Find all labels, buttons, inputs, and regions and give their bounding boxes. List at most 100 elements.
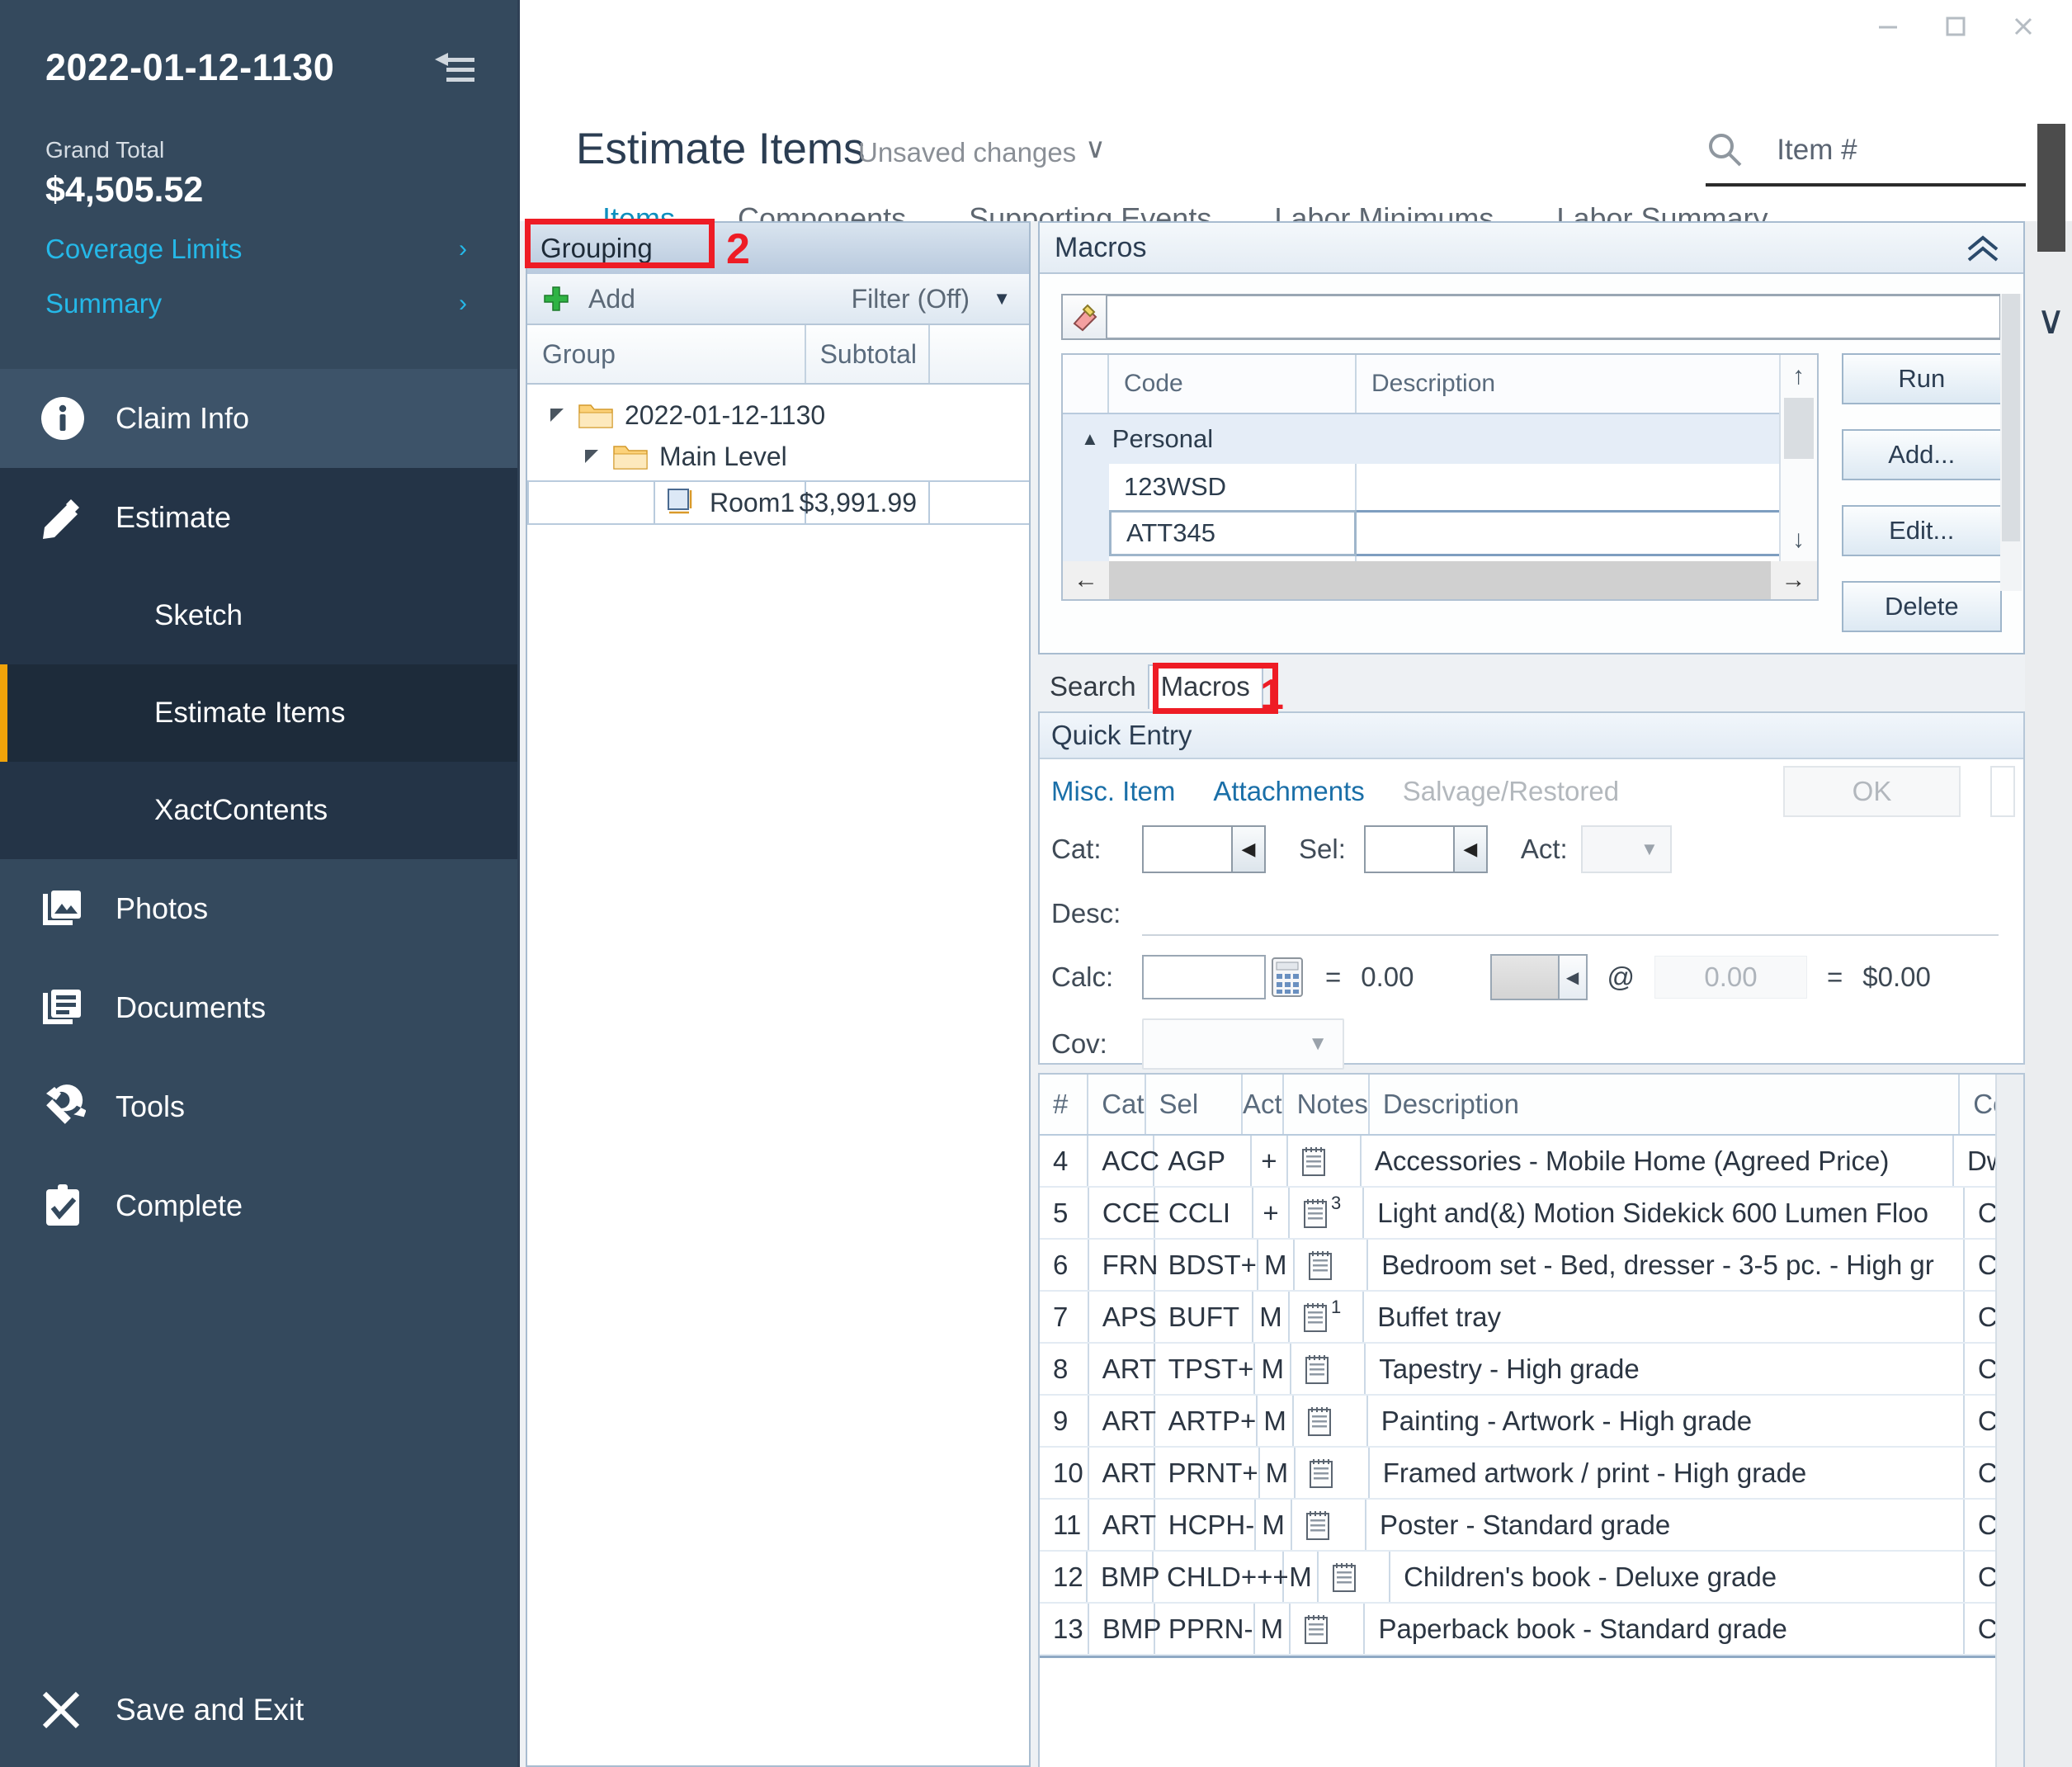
macros-row[interactable]: 123WSD — [1063, 464, 1817, 510]
row-notes[interactable] — [1294, 1396, 1368, 1446]
row-act[interactable]: + — [1253, 1188, 1290, 1238]
row-sel[interactable]: TPST+ — [1155, 1344, 1256, 1394]
item-search-box[interactable] — [1706, 127, 2026, 187]
scroll-right-arrow-icon[interactable]: → — [1770, 561, 1817, 599]
new-row-act[interactable] — [1247, 1658, 1286, 1708]
row-act[interactable]: + — [1252, 1136, 1288, 1186]
cat-value[interactable] — [1144, 827, 1231, 872]
row-act[interactable]: M — [1253, 1292, 1290, 1342]
sidebar-item-estimate[interactable]: Estimate — [0, 468, 517, 567]
macros-horizontal-scrollbar[interactable]: ← → — [1063, 561, 1817, 599]
row-notes[interactable] — [1296, 1448, 1370, 1498]
close-icon[interactable] — [1989, 5, 2057, 48]
new-row-sel[interactable] — [1143, 1658, 1247, 1708]
row-number[interactable]: 9 — [1040, 1396, 1089, 1446]
row-number[interactable]: 8 — [1040, 1344, 1089, 1394]
save-and-exit-button[interactable]: Save and Exit — [0, 1653, 517, 1767]
row-description[interactable]: Buffet tray — [1364, 1292, 1965, 1342]
row-sel[interactable]: HCPH- — [1155, 1500, 1257, 1550]
row-cat[interactable]: ART — [1089, 1396, 1156, 1446]
row-description[interactable]: Poster - Standard grade — [1366, 1500, 1965, 1550]
row-number[interactable]: 10 — [1040, 1448, 1089, 1498]
row-cat[interactable]: ART — [1089, 1448, 1156, 1498]
note-icon[interactable] — [1305, 1354, 1329, 1385]
run-button[interactable]: Run — [1841, 353, 2002, 404]
row-notes[interactable] — [1295, 1240, 1369, 1290]
chevron-down-icon[interactable]: ▼ — [993, 288, 1011, 309]
row-act[interactable]: M — [1255, 1604, 1291, 1654]
delete-macro-button[interactable]: Delete — [1841, 581, 2002, 632]
chevron-down-icon[interactable]: ∨ — [1085, 132, 1106, 165]
row-description[interactable]: Painting - Artwork - High grade — [1368, 1396, 1965, 1446]
row-sel[interactable]: BUFT — [1155, 1292, 1254, 1342]
sel-dropdown-arrow-icon[interactable]: ◀ — [1452, 827, 1486, 872]
row-act[interactable]: M — [1256, 1500, 1292, 1550]
sel-value[interactable] — [1366, 827, 1453, 872]
note-icon[interactable] — [1301, 1146, 1326, 1177]
qe-tab-attachments[interactable]: Attachments — [1213, 776, 1364, 807]
macros-row[interactable]: ATT345 — [1063, 510, 1817, 556]
row-sel[interactable]: ARTP+ — [1155, 1396, 1258, 1446]
items-table-scrollbar[interactable] — [1995, 1075, 2023, 1767]
sidebar-item-estimate-items[interactable]: Estimate Items — [0, 664, 517, 762]
row-number[interactable]: 4 — [1040, 1136, 1089, 1186]
sidebar-item-photos[interactable]: Photos — [0, 859, 517, 958]
maximize-icon[interactable] — [1922, 5, 1989, 48]
sidebar-item-tools[interactable]: Tools — [0, 1057, 517, 1156]
row-sel[interactable]: PPRN- — [1155, 1604, 1255, 1654]
row-description[interactable]: Bedroom set - Bed, dresser - 3-5 pc. - H… — [1368, 1240, 1965, 1290]
calc-input[interactable] — [1142, 955, 1266, 999]
macros-group-row-personal[interactable]: ▲ Personal — [1063, 414, 1817, 464]
double-chevron-up-icon[interactable] — [1964, 233, 2002, 273]
row-number[interactable]: 13 — [1040, 1604, 1089, 1654]
row-notes[interactable] — [1291, 1604, 1366, 1654]
quantity-combo[interactable]: ◀ — [1489, 954, 1588, 1000]
table-row[interactable]: 13 BMP PPRN- M Paperback book - Standard gra… — [1040, 1604, 2023, 1656]
note-icon[interactable] — [1308, 1250, 1333, 1281]
row-cat[interactable]: ART — [1089, 1344, 1156, 1394]
sidebar-item-xactcontents[interactable]: XactContents — [0, 762, 517, 859]
calculator-icon[interactable] — [1269, 957, 1305, 998]
row-description[interactable]: Tapestry - High grade — [1366, 1344, 1965, 1394]
row-act[interactable]: M — [1260, 1448, 1296, 1498]
quick-entry-scroll-stub[interactable] — [1990, 766, 2015, 817]
new-row-description[interactable] — [1364, 1658, 2023, 1708]
row-act[interactable]: M — [1255, 1344, 1292, 1394]
tree-row-room[interactable]: Room1 $3,991.99 — [527, 480, 1029, 525]
row-number[interactable]: 12 — [1040, 1552, 1088, 1602]
sidebar-item-complete[interactable]: Complete — [0, 1156, 517, 1255]
new-row-number[interactable] — [1040, 1658, 1090, 1708]
macros-vertical-scrollbar[interactable]: ↑ ↓ — [1778, 355, 1817, 561]
table-row[interactable]: 12 BMP CHLD+++ M Children's book - Deluxe gr… — [1040, 1552, 2023, 1604]
table-row[interactable]: 7APSBUFTM1Buffet trayCor — [1040, 1292, 2023, 1344]
filter-button[interactable]: Filter (Off) — [852, 284, 970, 314]
row-description[interactable]: Accessories - Mobile Home (Agreed Price) — [1362, 1136, 1954, 1186]
quantity-dropdown-arrow-icon[interactable]: ◀ — [1557, 956, 1586, 999]
row-cat[interactable]: BMP — [1088, 1552, 1160, 1602]
new-row-notes[interactable] — [1286, 1658, 1364, 1708]
row-sel[interactable]: CHLD+++ — [1154, 1552, 1289, 1602]
row-notes[interactable] — [1288, 1136, 1362, 1186]
row-sel[interactable]: PRNT+ — [1155, 1448, 1260, 1498]
row-notes[interactable] — [1292, 1500, 1366, 1550]
row-sel[interactable]: AGP — [1154, 1136, 1253, 1186]
collapse-panel-icon[interactable] — [433, 51, 476, 87]
note-icon[interactable] — [1304, 1613, 1329, 1645]
row-cat[interactable]: CCE — [1089, 1188, 1160, 1238]
scroll-left-arrow-icon[interactable]: ← — [1063, 561, 1109, 599]
row-number[interactable]: 7 — [1040, 1292, 1089, 1342]
row-act[interactable]: M — [1258, 1396, 1294, 1446]
table-row[interactable]: 8ARTTPST+MTapestry - High gradeCor — [1040, 1344, 2023, 1396]
minimize-icon[interactable] — [1854, 5, 1922, 48]
sidebar-link-summary[interactable]: Summary › — [45, 288, 472, 319]
desc-input[interactable] — [1142, 891, 1999, 936]
row-notes[interactable]: 3 — [1290, 1188, 1365, 1238]
chevron-up-icon[interactable]: ▲ — [1081, 428, 1099, 450]
row-notes[interactable]: 1 — [1290, 1292, 1365, 1342]
cov-combo[interactable]: ▼ — [1142, 1018, 1344, 1070]
note-icon[interactable] — [1307, 1406, 1332, 1437]
row-act[interactable]: M — [1284, 1552, 1319, 1602]
note-icon[interactable] — [1303, 1198, 1328, 1229]
edit-macro-button[interactable]: Edit... — [1841, 505, 2002, 556]
sidebar-link-coverage-limits[interactable]: Coverage Limits › — [45, 234, 472, 265]
